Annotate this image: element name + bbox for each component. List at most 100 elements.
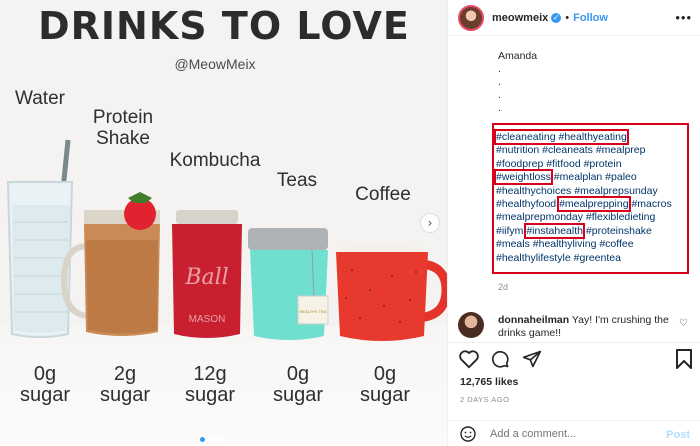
share-send-icon[interactable] (522, 349, 542, 369)
shake-fill (86, 240, 158, 334)
hashtag-link[interactable]: #flexibledieting (586, 211, 655, 223)
carousel-dot[interactable] (200, 437, 205, 442)
sugar-word: sugar (184, 384, 236, 406)
sugar-label-coffee: 0g sugar (350, 364, 420, 406)
emoji-smiley-icon[interactable] (460, 426, 476, 442)
hashtag-line: #healthylifestyle #greentea (496, 252, 690, 265)
hashtag-line: #weightloss #mealplan #paleo (494, 169, 690, 186)
post-side-panel: meowmeix ✓ • Follow ••• Amanda . . . . #… (448, 0, 700, 446)
tea-tag-text: HEALTHY TEA (300, 309, 327, 314)
post-photo: DRINKS TO LOVE @MeowMeix Water Protein S… (0, 0, 448, 446)
carousel-dot[interactable] (218, 437, 223, 442)
add-comment-bar: Post (448, 420, 700, 446)
post-timestamp[interactable]: 2 DAYS AGO (460, 395, 509, 404)
avatar[interactable] (458, 4, 484, 31)
coffee-mug (336, 244, 447, 341)
sugar-amount: 2g (113, 363, 137, 385)
protein-shake-jar (60, 192, 160, 336)
hashtag-line: #meals #healthyliving #coffee (496, 238, 690, 251)
username-link[interactable]: meowmeix (492, 12, 548, 24)
hashtag-line: #nutrition #cleaneats #mealprep (496, 144, 690, 157)
hashtag-link[interactable]: #weightloss (494, 169, 553, 186)
carousel-next-button[interactable]: › (420, 213, 440, 233)
jar-lid (176, 210, 238, 224)
carousel-dot[interactable] (209, 437, 214, 442)
hashtag-link[interactable]: #mealprepping (557, 196, 631, 213)
follow-button[interactable]: Follow (573, 12, 608, 24)
hashtag-link[interactable]: #proteinshake (586, 225, 652, 237)
jar-bottom-text: MASON (189, 314, 226, 325)
like-heart-icon[interactable] (458, 349, 480, 369)
hashtag-link[interactable]: #greentea (574, 252, 621, 264)
tumbler-body (250, 250, 328, 340)
sugar-amount: 0g (33, 363, 57, 385)
separator: • (565, 11, 570, 24)
caption-text: Amanda . . . . (498, 50, 693, 115)
hashtag-link[interactable]: #healthyeating (558, 131, 626, 143)
sugar-word: sugar (19, 384, 71, 406)
hashtag-link[interactable]: #mealprepmonday (496, 211, 583, 223)
kombucha-jar: Ball MASON (172, 210, 242, 338)
action-bar (448, 342, 700, 372)
hashtag-link[interactable]: #paleo (605, 171, 637, 183)
hashtag-link[interactable]: #nutrition (496, 144, 539, 156)
likes-count[interactable]: 12,765 likes (460, 376, 518, 388)
hashtag-line: #foodprep #fitfood #protein (496, 158, 690, 171)
sugar-label-kombucha: 12g sugar (175, 364, 245, 406)
heart-icon[interactable]: ♡ (679, 318, 688, 329)
mug-body (336, 252, 428, 341)
water-glass (6, 139, 74, 338)
chevron-right-icon: › (427, 216, 433, 230)
jar-lettering: Ball (184, 265, 228, 290)
avatar[interactable] (458, 312, 484, 338)
comment-input[interactable] (490, 428, 640, 440)
hashtag-link[interactable]: #fitfood (546, 158, 580, 170)
hashtag-list: #cleaneating #healthyeating #nutrition #… (494, 129, 690, 265)
tumbler-lid (248, 228, 328, 250)
caption-dot: . (498, 63, 501, 75)
verified-badge-icon: ✓ (551, 12, 562, 23)
hashtag-link[interactable]: #foodprep (496, 158, 543, 170)
hashtag-link[interactable]: #healthyfood (496, 198, 556, 210)
tea-tumbler: HEALTHY TEA (248, 228, 329, 340)
instagram-post-view: DRINKS TO LOVE @MeowMeix Water Protein S… (0, 0, 700, 446)
caption-dot: . (498, 89, 501, 101)
hashtag-link[interactable]: #mealprepsunday (574, 185, 657, 197)
glass-water (12, 205, 70, 333)
hashtag-link[interactable]: #healthyliving (533, 238, 597, 250)
sugar-amount: 0g (286, 363, 310, 385)
hashtag-line: #mealprepmonday #flexibledieting (496, 211, 690, 224)
hashtag-link[interactable]: #iifym (496, 225, 523, 237)
hashtag-link[interactable]: #instahealth (524, 222, 585, 239)
more-options-icon[interactable]: ••• (675, 10, 692, 25)
caption-time-ago: 2d (498, 282, 509, 292)
post-comment-button[interactable]: Post (666, 429, 690, 441)
sugar-label-water: 0g sugar (10, 364, 80, 406)
caption-signature: Amanda (498, 50, 538, 62)
comment-bubble-icon[interactable] (490, 349, 510, 369)
hashtag-link[interactable]: #coffee (599, 238, 633, 250)
caption-dots: . . . . (498, 63, 693, 115)
caption-dot: . (498, 76, 501, 88)
hashtag-link[interactable]: #protein (584, 158, 622, 170)
hashtag-link[interactable]: #healthylifestyle (496, 252, 571, 264)
hashtag-line: #healthychoices #mealprepsunday (496, 185, 690, 198)
hashtag-link[interactable]: #meals (496, 238, 530, 250)
sugar-word: sugar (359, 384, 411, 406)
hashtag-link[interactable]: #macros (631, 198, 671, 210)
hashtag-link[interactable]: #cleaneating (496, 131, 556, 143)
sugar-label-teas: 0g sugar (263, 364, 333, 406)
post-header: meowmeix ✓ • Follow ••• (448, 0, 700, 36)
hashtag-link[interactable]: #cleaneats (542, 144, 593, 156)
hashtag-line: #healthyfood #mealprepping #macros (496, 196, 690, 213)
sugar-word: sugar (99, 384, 151, 406)
comment-username-link[interactable]: donnaheilman (498, 314, 569, 326)
hashtag-line: #iifym #instahealth #proteinshake (496, 222, 690, 239)
sugar-word: sugar (272, 384, 324, 406)
hashtag-link[interactable]: #healthychoices (496, 185, 571, 197)
hashtag-link[interactable]: #mealprep (596, 144, 646, 156)
sugar-label-protein-shake: 2g sugar (90, 364, 160, 406)
bookmark-icon[interactable] (676, 349, 692, 369)
comment-text: donnaheilman Yay! I'm crushing the drink… (498, 314, 673, 340)
hashtag-link[interactable]: #mealplan (554, 171, 602, 183)
